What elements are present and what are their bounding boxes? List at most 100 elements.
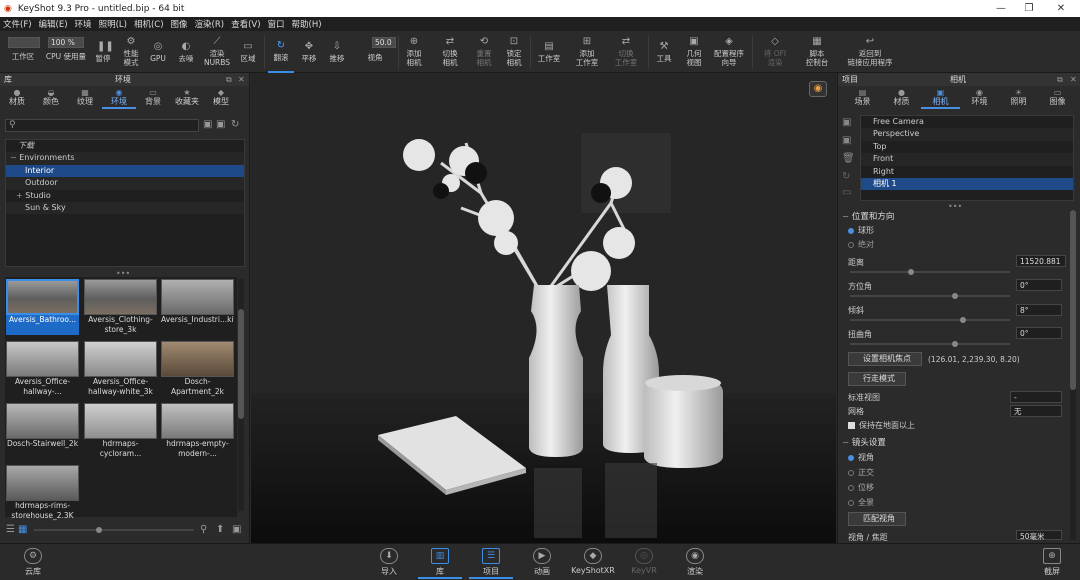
thumbnail-aversis-office-hallway[interactable]: Aversis_Office-hallway-...: [6, 341, 79, 397]
tab-environments[interactable]: ◉ 环境: [102, 88, 136, 109]
incline-slider[interactable]: [850, 319, 1010, 321]
menu-edit[interactable]: 编辑(E): [39, 18, 68, 30]
camera-item-free[interactable]: Free Camera: [861, 116, 1073, 128]
studio-button[interactable]: ▤ 工作室: [534, 31, 564, 73]
tab-image[interactable]: ▭ 图像: [1038, 88, 1077, 109]
thumbnail-dosch-apartment[interactable]: Dosch-Apartment_2k: [161, 341, 234, 397]
twist-slider[interactable]: [850, 343, 1010, 345]
tree-item-downloads[interactable]: 下载: [6, 140, 244, 152]
reset-camera-icon[interactable]: ↻: [842, 171, 850, 182]
script-console-button[interactable]: ▦ 脚本 控制台: [798, 31, 836, 73]
switch-camera-button[interactable]: ⇄ 切换 相机: [436, 31, 464, 73]
minimize-icon[interactable]: —: [986, 0, 1016, 17]
distance-knob[interactable]: [908, 269, 914, 275]
tree-item-environments[interactable]: − Environments: [6, 152, 244, 165]
grid-view-icon[interactable]: ▦: [18, 524, 27, 535]
azimuth-input[interactable]: 0°: [1016, 279, 1062, 291]
splitter-handle[interactable]: •••: [948, 202, 962, 211]
tumble-button[interactable]: ↻ 翻滚: [268, 31, 294, 73]
upload-icon[interactable]: ⬆: [216, 524, 224, 535]
cpu-usage-button[interactable]: CPU 使用量: [42, 39, 90, 73]
tab-models[interactable]: ◆ 模型: [204, 88, 238, 109]
float-panel-icon[interactable]: ⧉: [1057, 73, 1063, 86]
switch-studio-button[interactable]: ⇄ 切换 工作室: [608, 31, 644, 73]
thumbnail-size-knob[interactable]: [96, 527, 102, 533]
keep-above-ground-checkbox[interactable]: 保持在地面以上: [848, 420, 915, 431]
twist-knob[interactable]: [952, 341, 958, 347]
menu-image[interactable]: 图像: [171, 18, 188, 30]
region-button[interactable]: ▭ 区域: [234, 31, 262, 73]
tab-scene[interactable]: ▤ 场景: [843, 88, 882, 109]
azimuth-slider[interactable]: [850, 295, 1010, 297]
close-panel-icon[interactable]: ✕: [238, 73, 245, 86]
performance-mode-button[interactable]: ⚙ 性能 模式: [116, 31, 146, 73]
pause-button[interactable]: ❚❚ 暂停: [90, 31, 116, 73]
denoise-button[interactable]: ◐ 去噪: [172, 31, 200, 73]
render-viewport[interactable]: ◉: [251, 73, 836, 543]
thumbnail-size-slider[interactable]: [34, 529, 194, 531]
section-lens-settings[interactable]: − 镜头设置: [842, 436, 886, 448]
maximize-icon[interactable]: ❐: [1014, 0, 1044, 17]
thumbnail-dosch-stairwell[interactable]: Dosch-Stairwell_2k: [6, 403, 79, 459]
workspace-button[interactable]: 工作区: [6, 39, 40, 73]
radio-perspective[interactable]: 视角: [848, 452, 874, 463]
radio-orthographic[interactable]: 正交: [848, 467, 874, 478]
tab-environment[interactable]: ◉ 环境: [960, 88, 999, 109]
set-camera-focus-button[interactable]: 设置相机焦点: [848, 352, 922, 366]
tab-materials[interactable]: ● 材质: [0, 88, 34, 109]
walk-mode-button[interactable]: 行走模式: [848, 372, 906, 386]
tree-item-sun-sky[interactable]: Sun & Sky: [6, 201, 244, 215]
menu-window[interactable]: 窗口: [268, 18, 285, 30]
thumbnail-aversis-clothing-store[interactable]: Aversis_Clothing-store_3k: [84, 279, 157, 335]
thumbnail-hdrmaps-rims-storehouse[interactable]: hdrmaps-rims-storehouse_2.3K: [6, 465, 79, 521]
standard-view-select[interactable]: -: [1010, 391, 1062, 403]
library-search-input[interactable]: ⚲: [5, 119, 199, 132]
menu-render[interactable]: 渲染(R): [195, 18, 225, 30]
tab-favorites[interactable]: ★ 收藏夹: [170, 88, 204, 109]
radio-absolute[interactable]: 绝对: [848, 239, 874, 250]
properties-scrollbar[interactable]: [1070, 210, 1076, 540]
menu-environment[interactable]: 环境: [75, 18, 92, 30]
match-perspective-button[interactable]: 匹配视角: [848, 512, 906, 526]
camera-lock-icon[interactable]: ▭: [842, 187, 851, 198]
close-icon[interactable]: ✕: [1046, 0, 1076, 17]
azimuth-knob[interactable]: [952, 293, 958, 299]
render-nurbs-button[interactable]: ⟋ 渲染 NURBS: [200, 31, 234, 73]
add-folder-icon[interactable]: ▣: [216, 119, 225, 130]
import-button[interactable]: ⬇ 导入: [367, 548, 411, 577]
tab-colors[interactable]: ◒ 颜色: [34, 88, 68, 109]
camera-item-front[interactable]: Front: [861, 153, 1073, 166]
distance-input[interactable]: 11520.881: [1016, 255, 1066, 267]
incline-knob[interactable]: [960, 317, 966, 323]
gpu-button[interactable]: ◎ GPU: [146, 31, 170, 73]
tree-item-outdoor[interactable]: Outdoor: [6, 177, 244, 190]
render-button[interactable]: ◉ 渲染: [673, 548, 717, 577]
refresh-icon[interactable]: ↻: [231, 119, 239, 130]
menu-file[interactable]: 文件(F): [3, 18, 32, 30]
delete-camera-icon[interactable]: 🗑: [842, 153, 855, 164]
tools-button[interactable]: ⚒ 工具: [652, 31, 676, 73]
thumbnail-aversis-industrial-kitchen[interactable]: Aversis_Industri...kitchen_3k: [161, 279, 234, 335]
add-camera-icon[interactable]: ▣: [842, 117, 851, 128]
animation-button[interactable]: ▶ 动画: [520, 548, 564, 577]
menu-help[interactable]: 帮助(H): [292, 18, 322, 30]
camera-item-right[interactable]: Right: [861, 166, 1073, 178]
tab-material[interactable]: ● 材质: [882, 88, 921, 109]
tab-textures[interactable]: ▦ 纹理: [68, 88, 102, 109]
menu-camera[interactable]: 相机(C): [134, 18, 164, 30]
float-panel-icon[interactable]: ⧉: [226, 73, 232, 86]
duplicate-camera-icon[interactable]: ▣: [842, 135, 851, 146]
reset-camera-button[interactable]: ⟲ 重置 相机: [470, 31, 498, 73]
cloud-library-button[interactable]: ⚙ 云库: [11, 548, 55, 577]
dolly-button[interactable]: ⇩ 推移: [324, 31, 350, 73]
ofi-render-button[interactable]: ◇ 将 OFI 渲染: [758, 31, 792, 73]
radio-spherical[interactable]: 球形: [848, 225, 874, 236]
section-position-orientation[interactable]: − 位置和方向: [842, 210, 894, 222]
list-view-icon[interactable]: ☰: [6, 524, 15, 535]
project-button[interactable]: ☰ 项目: [469, 548, 513, 579]
camera-item-top[interactable]: Top: [861, 141, 1073, 153]
pan-button[interactable]: ✥ 平移: [296, 31, 322, 73]
add-studio-button[interactable]: ⊞ 添加 工作室: [570, 31, 604, 73]
thumbnail-aversis-bathroom[interactable]: Aversis_Bathroo...: [6, 279, 79, 335]
tab-backgrounds[interactable]: ▭ 背景: [136, 88, 170, 109]
